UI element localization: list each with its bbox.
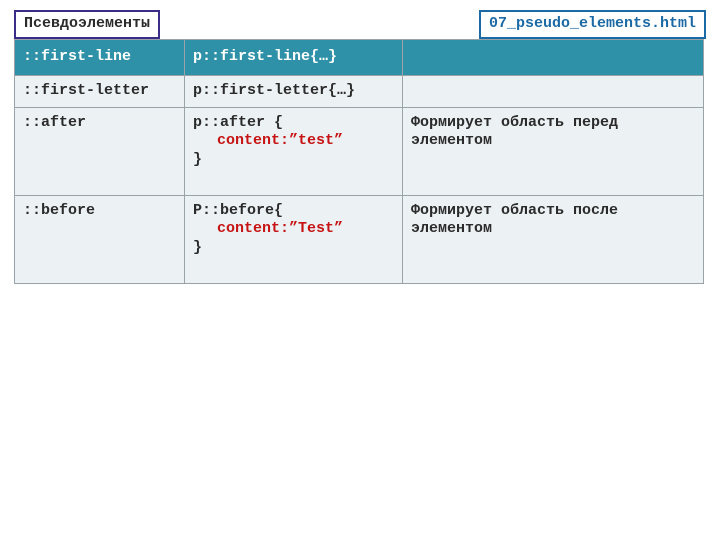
cell-selector: ::first-letter	[15, 75, 185, 107]
code-line: }	[193, 239, 394, 258]
cell-selector: ::after	[15, 107, 185, 195]
code-line: }	[193, 151, 394, 170]
code-line: P::before{	[193, 202, 394, 221]
cell-example: p::after {content:”test”}	[185, 107, 403, 195]
table-row: ::afterp::after {content:”test”}Формируе…	[15, 107, 704, 195]
cell-example: p::first-letter{…}	[185, 75, 403, 107]
filename-badge: 07_pseudo_elements.html	[479, 10, 706, 39]
pseudo-elements-table: ::first-line p::first-line{…} ::first-le…	[14, 39, 704, 284]
header-cell-desc	[403, 40, 704, 76]
table-row: ::first-letterp::first-letter{…}	[15, 75, 704, 107]
slide: Псевдоэлементы 07_pseudo_elements.html :…	[0, 0, 720, 540]
table-header-row: ::first-line p::first-line{…}	[15, 40, 704, 76]
cell-selector: ::before	[15, 195, 185, 283]
cell-example: P::before{content:”Test”}	[185, 195, 403, 283]
table-row: ::beforeP::before{content:”Test”}Формиру…	[15, 195, 704, 283]
header-cell-selector: ::first-line	[15, 40, 185, 76]
header-cell-example: p::first-line{…}	[185, 40, 403, 76]
cell-description	[403, 75, 704, 107]
slide-title-badge: Псевдоэлементы	[14, 10, 160, 39]
code-line-content: content:”test”	[193, 132, 394, 151]
cell-description: Формирует область после элементом	[403, 195, 704, 283]
code-line: p::after {	[193, 114, 394, 133]
cell-description: Формирует область перед элементом	[403, 107, 704, 195]
table-body: ::first-letterp::first-letter{…}::afterp…	[15, 75, 704, 283]
code-line-content: content:”Test”	[193, 220, 394, 239]
